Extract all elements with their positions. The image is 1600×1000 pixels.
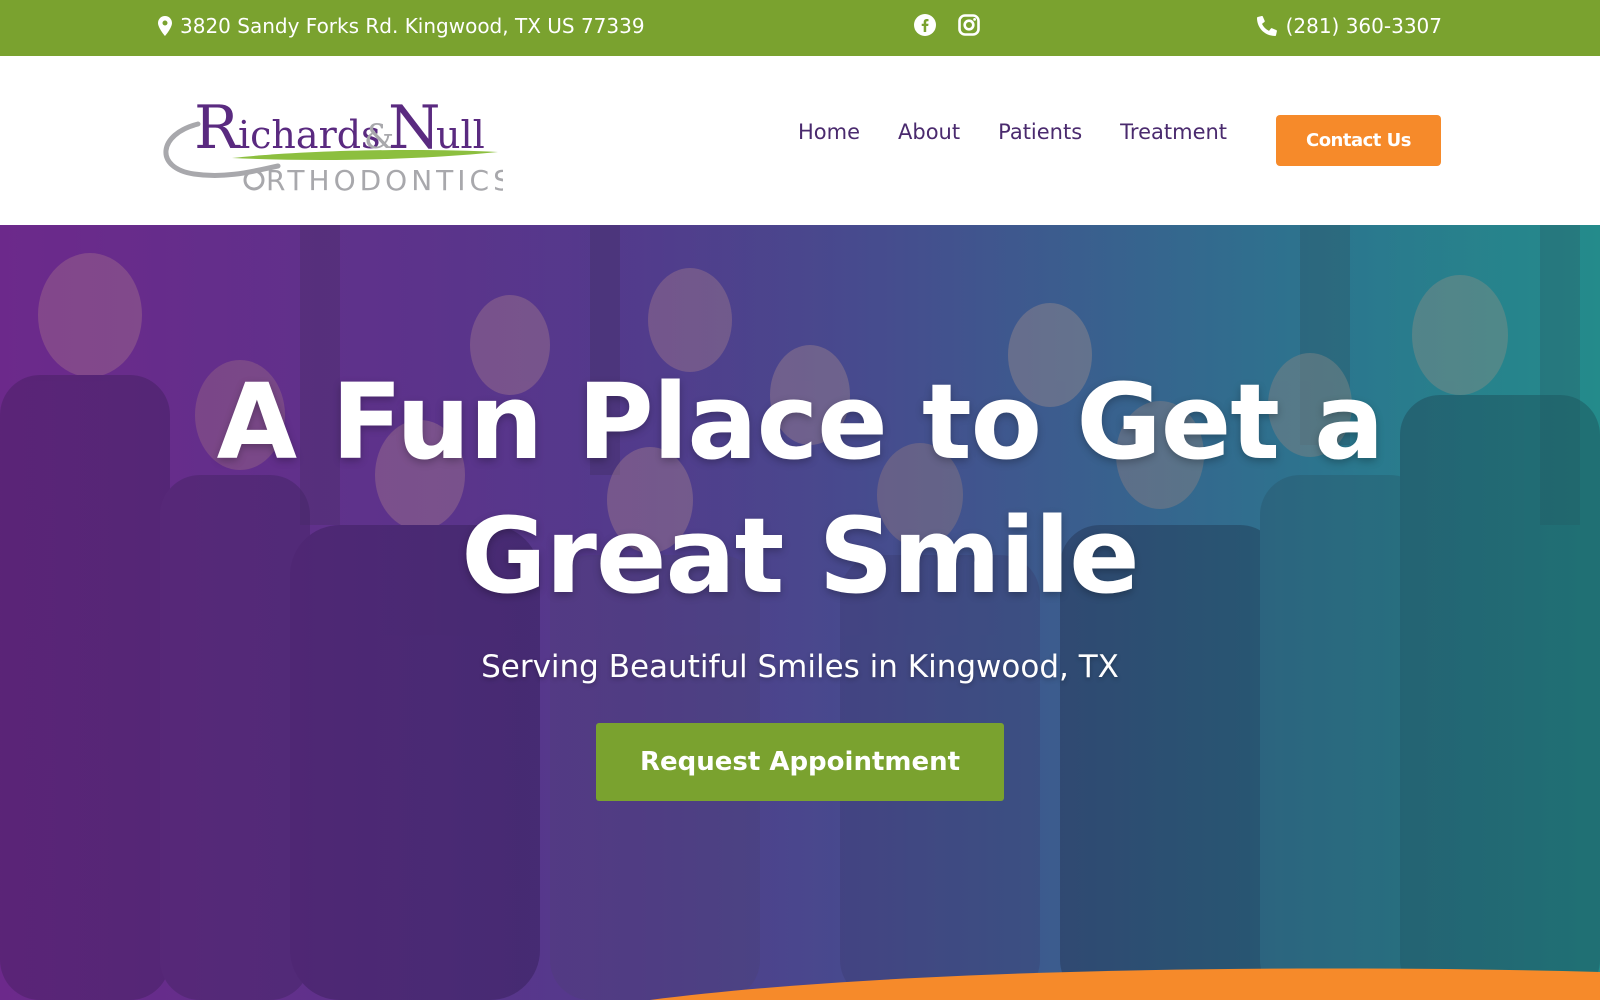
site-header: R ichards & N ull RTHODONTICS Home About… [0,56,1600,225]
phone-number: (281) 360-3307 [1285,14,1442,38]
request-appointment-button[interactable]: Request Appointment [596,723,1004,801]
hero-section: A Fun Place to Get a Great Smile Serving… [0,225,1600,1000]
address[interactable]: 3820 Sandy Forks Rd. Kingwood, TX US 773… [158,14,645,38]
logo-richards: R [194,93,241,163]
nav-treatment[interactable]: Treatment [1120,120,1227,144]
hero-subtitle: Serving Beautiful Smiles in Kingwood, TX [481,649,1119,685]
instagram-icon[interactable] [958,14,980,36]
hero-title: A Fun Place to Get a Great Smile [0,355,1600,623]
facebook-icon[interactable] [914,14,936,36]
nav-home[interactable]: Home [798,120,860,144]
phone-icon [1256,16,1277,36]
logo-text: ichards [238,113,381,157]
main-nav: Home About Patients Treatment [798,120,1227,144]
top-bar: 3820 Sandy Forks Rd. Kingwood, TX US 773… [0,0,1600,56]
hero-title-line2: Great Smile [461,495,1139,617]
map-marker-icon [158,16,172,36]
nav-patients[interactable]: Patients [998,120,1082,144]
svg-text:N: N [388,93,441,163]
hero-title-line1: A Fun Place to Get a [216,361,1385,483]
phone-link[interactable]: (281) 360-3307 [1256,14,1442,38]
social-links [914,14,980,36]
svg-text:RTHODONTICS: RTHODONTICS [266,164,503,196]
nav-about[interactable]: About [898,120,960,144]
address-text: 3820 Sandy Forks Rd. Kingwood, TX US 773… [180,14,645,38]
site-logo[interactable]: R ichards & N ull RTHODONTICS [158,86,511,197]
orange-curve-divider [650,968,1600,1000]
contact-us-button[interactable]: Contact Us [1276,115,1441,166]
svg-text:ull: ull [436,113,485,157]
